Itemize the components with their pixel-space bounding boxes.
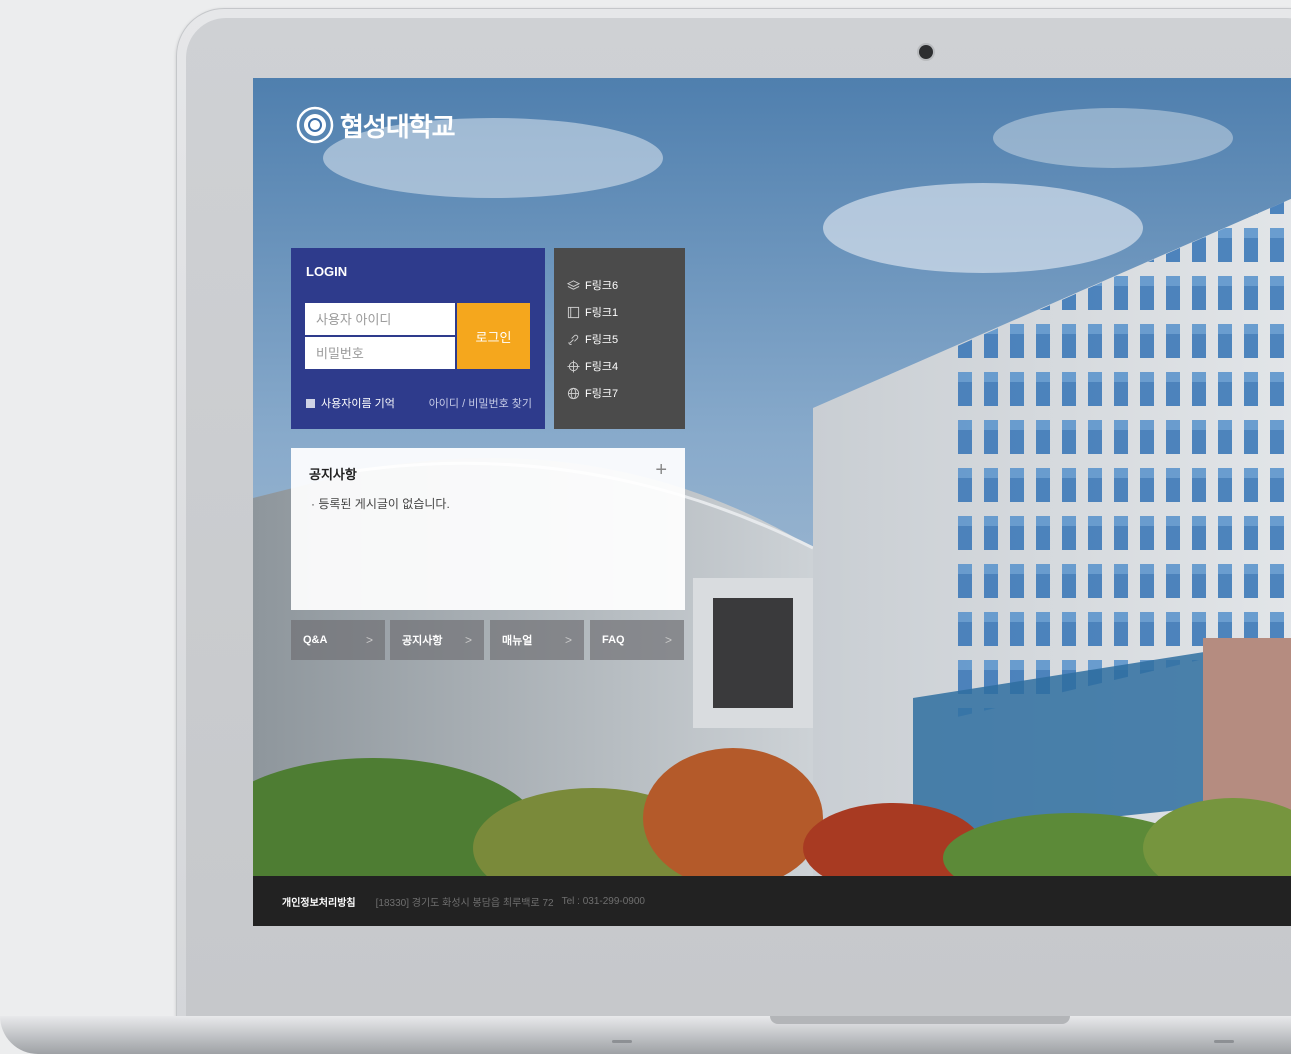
screen: 협성대학교 LOGIN 로그인 사용자이름 기억 아이디 / 비밀번호 찾기 F… [253, 78, 1291, 926]
quick-link-label: F링크5 [585, 334, 619, 346]
quick-links-panel: F링크6 F링크1 F링크5 F링크4 F링크7 [554, 248, 685, 429]
nav-button-label: FAQ [602, 634, 625, 646]
chevron-right-icon: > [464, 633, 472, 647]
quick-link-6[interactable]: F링크6 [567, 277, 618, 293]
nav-button-qna[interactable]: Q&A > [291, 620, 385, 660]
link-icon [568, 334, 579, 345]
university-emblem-icon [296, 106, 334, 144]
quick-link-1[interactable]: F링크1 [567, 304, 618, 320]
quick-link-7[interactable]: F링크7 [567, 385, 618, 401]
nav-button-label: 매뉴얼 [502, 635, 533, 647]
nav-button-notice[interactable]: 공지사항 > [390, 620, 484, 660]
privacy-policy-link[interactable]: 개인정보처리방침 [282, 894, 356, 909]
layers-icon [567, 279, 580, 290]
remember-username[interactable]: 사용자이름 기억 [306, 395, 395, 411]
university-name: 협성대학교 [340, 111, 456, 142]
footer-address: [18330] 경기도 화성시 봉담읍 최루백로 72 [375, 897, 554, 909]
nav-button-faq[interactable]: FAQ > [590, 620, 684, 660]
quick-link-label: F링크6 [585, 280, 619, 292]
remember-label: 사용자이름 기억 [321, 398, 395, 410]
quick-link-4[interactable]: F링크4 [567, 358, 618, 374]
notice-board: 공지사항 + · 등록된 게시글이 없습니다. [291, 448, 685, 610]
quick-link-label: F링크1 [585, 307, 619, 319]
globe-icon [567, 387, 580, 399]
nav-button-label: Q&A [303, 634, 328, 646]
quick-link-label: F링크4 [585, 361, 619, 373]
quick-link-5[interactable]: F링크5 [567, 331, 618, 347]
university-logo[interactable]: 협성대학교 [296, 105, 456, 145]
laptop-foot [612, 1040, 632, 1043]
login-title: LOGIN [306, 264, 348, 279]
footer: 개인정보처리방침 [18330] 경기도 화성시 봉담읍 최루백로 72 Tel… [253, 876, 1291, 926]
laptop-base [0, 1016, 1291, 1054]
login-panel: LOGIN 로그인 사용자이름 기억 아이디 / 비밀번호 찾기 [291, 248, 545, 429]
nav-button-label: 공지사항 [402, 635, 443, 647]
footer-tel: Tel : 031-299-0900 [561, 895, 645, 907]
laptop-mockup: 협성대학교 LOGIN 로그인 사용자이름 기억 아이디 / 비밀번호 찾기 F… [0, 0, 1291, 1054]
quick-link-label: F링크7 [585, 388, 619, 400]
crosshair-icon [567, 359, 580, 373]
chevron-right-icon: > [564, 633, 572, 647]
laptop-hinge-notch [770, 1016, 1070, 1024]
find-id-password-link[interactable]: 아이디 / 비밀번호 찾기 [429, 395, 532, 411]
nav-button-manual[interactable]: 매뉴얼 > [490, 620, 584, 660]
login-button[interactable]: 로그인 [457, 303, 530, 369]
camera-icon [919, 45, 933, 59]
remember-checkbox[interactable] [306, 398, 315, 408]
chevron-right-icon: > [664, 633, 672, 647]
notice-title: 공지사항 [309, 467, 357, 482]
chevron-right-icon: > [365, 633, 373, 647]
book-icon [567, 306, 580, 318]
notice-more-plus-icon[interactable]: + [655, 460, 667, 480]
laptop-foot [1214, 1040, 1234, 1043]
notice-empty-message: · 등록된 게시글이 없습니다. [311, 497, 450, 511]
password-input[interactable] [305, 337, 455, 369]
user-id-input[interactable] [305, 303, 455, 335]
